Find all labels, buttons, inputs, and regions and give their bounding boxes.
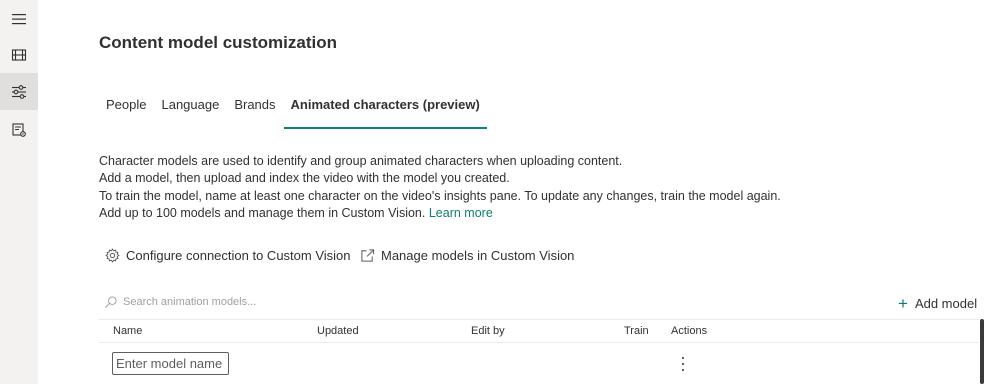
manage-models-button[interactable]: Manage models in Custom Vision (360, 248, 574, 263)
more-actions-button[interactable] (677, 355, 689, 373)
media-files-nav-button[interactable] (0, 36, 38, 73)
table-header: Name Updated Edit by Train Actions (99, 319, 979, 343)
settings-nav-button[interactable] (0, 111, 38, 148)
column-header-actions[interactable]: Actions (671, 325, 707, 337)
search-input[interactable] (123, 296, 383, 308)
tab-language[interactable]: Language (154, 90, 226, 126)
table-row (99, 343, 979, 384)
tab-brands[interactable]: Brands (227, 90, 282, 126)
configure-connection-button[interactable]: Configure connection to Custom Vision (105, 248, 351, 263)
film-icon (11, 48, 27, 61)
description-line: To train the model, name at least one ch… (99, 188, 781, 203)
model-customization-nav-button[interactable] (0, 73, 38, 110)
column-header-name[interactable]: Name (113, 325, 142, 337)
learn-more-link[interactable]: Learn more (429, 206, 493, 220)
gear-icon (105, 248, 120, 263)
add-model-button[interactable]: + Add model (898, 294, 978, 313)
settings-document-icon (12, 122, 26, 137)
description-line: Character models are used to identify an… (99, 154, 623, 168)
description-text: Character models are used to identify an… (99, 153, 781, 222)
models-table: Name Updated Edit by Train Actions (99, 319, 979, 384)
description-line: Add a model, then upload and index the v… (99, 171, 510, 186)
sliders-icon (12, 84, 26, 99)
tab-bar: People Language Brands Animated characte… (99, 90, 488, 129)
description-line-text: Add up to 100 models and manage them in … (99, 205, 426, 220)
search-icon (104, 296, 117, 309)
more-actions-dot (682, 363, 684, 365)
page-title: Content model customization (99, 33, 337, 52)
description-line: Add up to 100 models and manage them in … (99, 205, 781, 222)
more-actions-dot (682, 369, 684, 371)
vertical-scrollbar[interactable] (980, 319, 984, 384)
open-external-icon (361, 249, 375, 262)
tab-animated-characters[interactable]: Animated characters (preview) (283, 90, 488, 129)
hamburger-menu-button[interactable] (0, 0, 38, 37)
left-nav-rail (0, 0, 38, 384)
model-name-input[interactable] (112, 352, 229, 375)
hamburger-menu-icon (12, 13, 26, 24)
column-header-updated[interactable]: Updated (317, 325, 359, 337)
column-header-train[interactable]: Train (624, 325, 649, 337)
more-actions-dot (682, 357, 684, 359)
tab-people[interactable]: People (99, 90, 153, 126)
manage-models-label: Manage models in Custom Vision (381, 248, 575, 263)
column-header-edit-by[interactable]: Edit by (471, 325, 505, 337)
search-box (104, 292, 404, 312)
add-model-label: Add model (914, 296, 978, 311)
configure-connection-label: Configure connection to Custom Vision (126, 248, 351, 263)
plus-icon: + (898, 294, 908, 313)
